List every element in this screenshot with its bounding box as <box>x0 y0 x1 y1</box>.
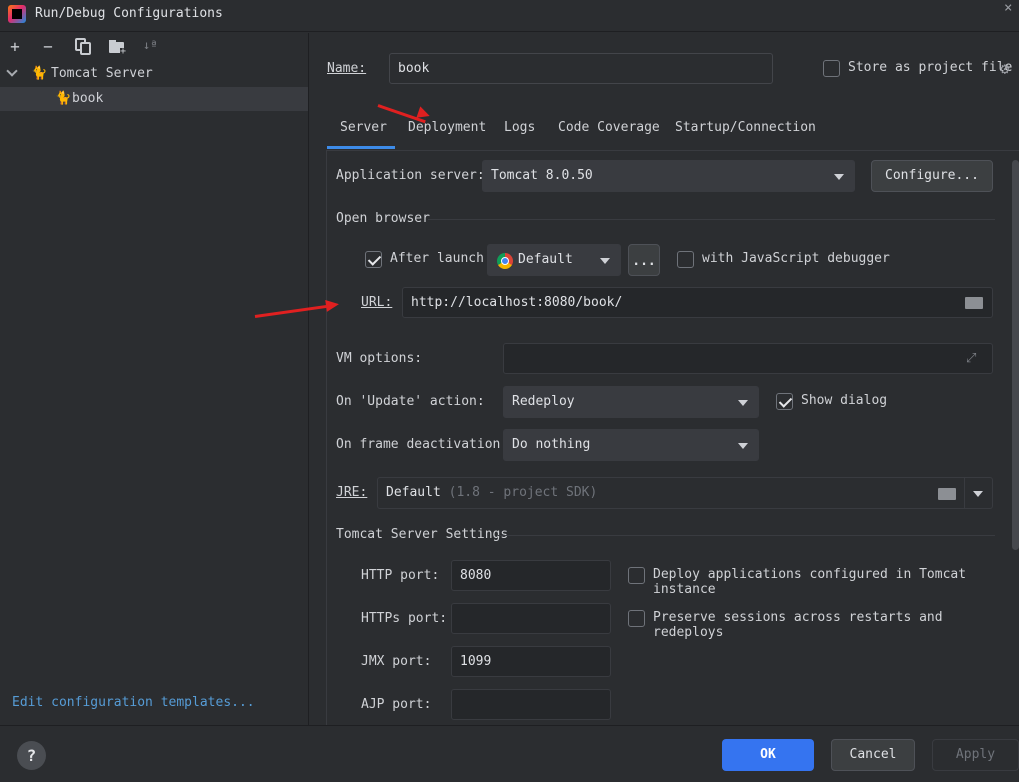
on-update-select[interactable]: Redeploy <box>503 386 759 418</box>
edit-templates-link[interactable]: Edit configuration templates... <box>12 695 255 710</box>
help-button[interactable]: ? <box>17 741 46 770</box>
tab-server[interactable]: Server <box>340 120 387 135</box>
copy-icon[interactable] <box>75 38 91 55</box>
chrome-icon <box>497 253 513 269</box>
chevron-down-icon[interactable] <box>6 65 18 77</box>
tab-startup-connection[interactable]: Startup/Connection <box>675 120 816 135</box>
dropdown-arrow-icon <box>600 258 610 264</box>
divider <box>428 219 995 220</box>
on-frame-label: On frame deactivation: <box>336 437 509 452</box>
store-project-file-checkbox[interactable] <box>823 60 840 77</box>
tab-logs[interactable]: Logs <box>504 120 535 135</box>
app-server-label: Application server: <box>336 168 485 183</box>
js-debugger-label: with JavaScript debugger <box>702 251 890 266</box>
http-port-input[interactable]: 8080 <box>451 560 611 591</box>
after-launch-checkbox[interactable] <box>365 251 382 268</box>
vm-options-label: VM options: <box>336 351 423 366</box>
app-server-select[interactable]: Tomcat 8.0.50 <box>482 160 855 192</box>
gear-icon[interactable]: ⚙ <box>1000 59 1010 78</box>
show-dialog-label: Show dialog <box>801 393 888 408</box>
https-port-input[interactable] <box>451 603 611 634</box>
tomcat-settings-label: Tomcat Server Settings <box>336 527 509 542</box>
folder-icon[interactable] <box>965 297 983 309</box>
http-port-label: HTTP port: <box>361 568 440 583</box>
url-label: URL: <box>361 295 393 310</box>
name-input[interactable]: book <box>389 53 773 84</box>
configure-button[interactable]: Configure... <box>871 160 993 192</box>
dropdown-arrow-icon <box>738 443 748 449</box>
tomcat-icon: 🐈 <box>31 66 48 81</box>
dropdown-arrow-icon <box>973 491 983 497</box>
scrollbar[interactable] <box>1012 160 1019 550</box>
after-launch-label: After launch <box>390 251 484 266</box>
tree-group-label: Tomcat Server <box>51 66 153 81</box>
store-project-file-label: Store as project file <box>848 60 1013 75</box>
tomcat-icon: 🐈 <box>55 91 72 106</box>
divider <box>498 535 995 536</box>
open-browser-label: Open browser <box>336 211 430 226</box>
preserve-sessions-label: Preserve sessions across restarts and re… <box>653 610 943 640</box>
deploy-apps-checkbox[interactable] <box>628 567 645 584</box>
config-tree-panel: + − + ↓ª 🐈 Tomcat Server 🐈 book Edit con… <box>0 33 309 725</box>
tree-group-tomcat[interactable]: 🐈 Tomcat Server <box>0 62 308 86</box>
ajp-port-label: AJP port: <box>361 697 432 712</box>
name-label: Name: <box>327 61 367 76</box>
vm-options-input[interactable] <box>503 343 993 374</box>
on-update-label: On 'Update' action: <box>336 394 485 409</box>
annotation-arrowhead <box>325 298 340 312</box>
apply-button[interactable]: Apply <box>932 739 1019 771</box>
tree-item-label: book <box>72 91 104 106</box>
tab-code-coverage[interactable]: Code Coverage <box>558 120 660 135</box>
folder-icon[interactable] <box>938 488 956 500</box>
close-icon[interactable]: × <box>1004 0 1012 16</box>
sort-icon[interactable]: ↓ª <box>143 38 157 52</box>
dropdown-arrow-icon <box>738 400 748 406</box>
cancel-button[interactable]: Cancel <box>831 739 915 771</box>
url-input[interactable]: http://localhost:8080/book/ <box>402 287 993 318</box>
browser-select[interactable]: Default <box>487 244 621 276</box>
jmx-port-label: JMX port: <box>361 654 432 669</box>
jmx-port-input[interactable]: 1099 <box>451 646 611 677</box>
ok-button[interactable]: OK <box>722 739 814 771</box>
window-title: Run/Debug Configurations <box>35 6 223 21</box>
tree-item-book[interactable]: 🐈 book <box>0 87 308 111</box>
active-tab-indicator <box>327 146 395 149</box>
jre-select[interactable]: Default (1.8 - project SDK) <box>377 477 993 509</box>
on-frame-select[interactable]: Do nothing <box>503 429 759 461</box>
remove-icon[interactable]: − <box>39 38 57 56</box>
intellij-app-icon <box>8 5 26 23</box>
folder-add-icon[interactable]: + <box>109 39 127 57</box>
jre-label: JRE: <box>336 485 368 500</box>
dropdown-arrow-icon <box>834 174 844 180</box>
js-debugger-checkbox[interactable] <box>677 251 694 268</box>
add-icon[interactable]: + <box>6 38 24 56</box>
https-port-label: HTTPs port: <box>361 611 448 626</box>
tab-deployment[interactable]: Deployment <box>408 120 486 135</box>
expand-icon[interactable]: ⤢ <box>966 351 976 366</box>
browser-more-button[interactable]: ... <box>628 244 660 276</box>
title-bar: Run/Debug Configurations × <box>0 0 1019 32</box>
deploy-apps-label: Deploy applications configured in Tomcat… <box>653 567 967 597</box>
ajp-port-input[interactable] <box>451 689 611 720</box>
preserve-sessions-checkbox[interactable] <box>628 610 645 627</box>
show-dialog-checkbox[interactable] <box>776 393 793 410</box>
